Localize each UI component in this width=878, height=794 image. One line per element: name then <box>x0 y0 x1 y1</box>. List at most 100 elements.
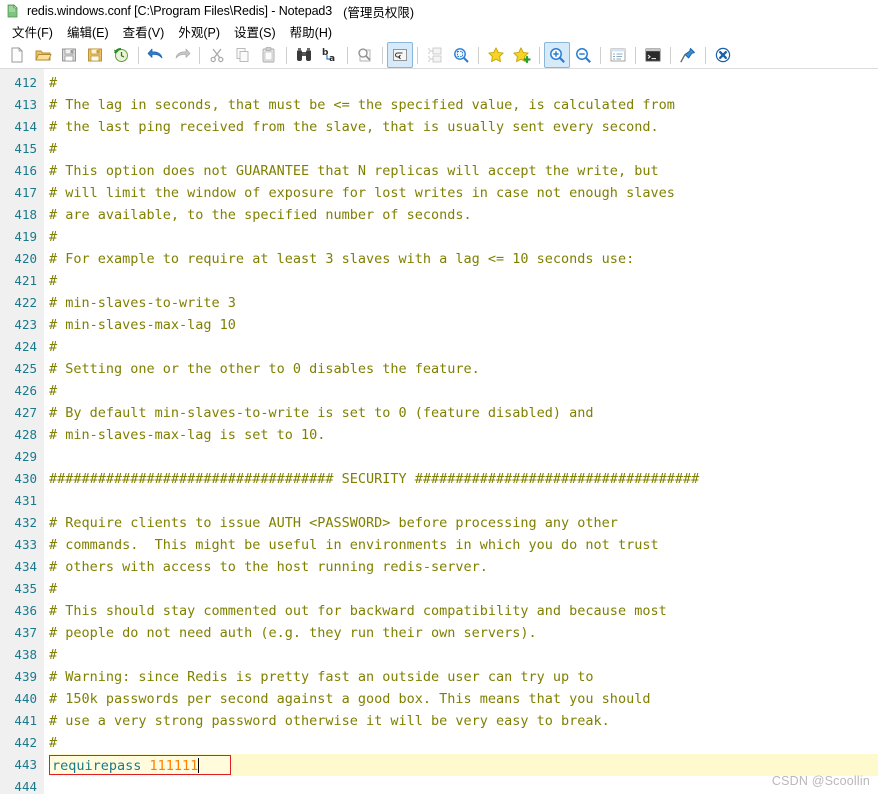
menu-file[interactable]: 文件(F) <box>6 21 61 43</box>
code-line[interactable] <box>49 776 878 794</box>
code-line[interactable]: # 150k passwords per second against a go… <box>49 688 878 710</box>
line-number: 419 <box>14 229 37 244</box>
open-folder-icon[interactable] <box>30 42 56 68</box>
menu-view[interactable]: 查看(V) <box>117 21 173 43</box>
line-number: 437 <box>14 625 37 640</box>
menu-settings[interactable]: 设置(S) <box>228 21 284 43</box>
notepad3-window: redis.windows.conf [C:\Program Files\Red… <box>0 0 878 794</box>
menu-edit[interactable]: 编辑(E) <box>61 21 117 43</box>
replace-ba-icon[interactable]: ba <box>317 42 343 68</box>
code-line-current[interactable]: requirepass 111111 <box>49 754 878 776</box>
save-icon[interactable] <box>56 42 82 68</box>
zoom-in-icon[interactable] <box>544 42 570 68</box>
line-number: 414 <box>14 119 37 134</box>
code-text-area[interactable]: # # The lag in seconds, that must be <= t… <box>44 69 878 794</box>
code-line[interactable]: # <box>49 644 878 666</box>
toolbar-separator <box>705 46 706 64</box>
line-number: 423 <box>14 317 37 332</box>
revert-clock-icon[interactable] <box>108 42 134 68</box>
code-line[interactable]: # For example to require at least 3 slav… <box>49 248 878 270</box>
code-line[interactable]: # commands. This might be useful in envi… <box>49 534 878 556</box>
new-file-icon[interactable] <box>4 42 30 68</box>
line-number: 418 <box>14 207 37 222</box>
code-line[interactable]: # <box>49 72 878 94</box>
code-line[interactable]: # <box>49 380 878 402</box>
editor-area[interactable]: 412 413 414 415 416 417 418 419 420 421 422 423 424 4… <box>0 69 878 794</box>
undo-arrow-icon[interactable] <box>143 42 169 68</box>
code-line[interactable]: # min-slaves-max-lag is set to 10. <box>49 424 878 446</box>
bookmark-add-star-icon[interactable] <box>509 42 535 68</box>
requirepass-value: 111111 <box>149 758 199 774</box>
line-number: 444 <box>14 779 37 794</box>
requirepass-edit-box[interactable]: requirepass 111111 <box>49 755 231 775</box>
find-binoculars-icon[interactable] <box>291 42 317 68</box>
code-line[interactable]: # <box>49 578 878 600</box>
line-number: 427 <box>14 405 37 420</box>
line-number: 424 <box>14 339 37 354</box>
zoom-out-icon[interactable] <box>570 42 596 68</box>
code-line[interactable]: # This should stay commented out for bac… <box>49 600 878 622</box>
copy-icon[interactable] <box>230 42 256 68</box>
code-line[interactable]: # Warning: since Redis is pretty fast an… <box>49 666 878 688</box>
paste-icon[interactable] <box>256 42 282 68</box>
scheme-list-icon[interactable] <box>605 42 631 68</box>
code-line[interactable]: # people do not need auth (e.g. they run… <box>49 622 878 644</box>
line-number: 439 <box>14 669 37 684</box>
code-line[interactable] <box>49 446 878 468</box>
cut-scissors-icon[interactable] <box>204 42 230 68</box>
toolbar-separator <box>478 46 479 64</box>
code-line[interactable]: # others with access to the host running… <box>49 556 878 578</box>
menu-help[interactable]: 帮助(H) <box>284 21 340 43</box>
line-number: 416 <box>14 163 37 178</box>
line-number: 415 <box>14 141 37 156</box>
save-as-icon[interactable] <box>82 42 108 68</box>
code-line[interactable]: # min-slaves-to-write 3 <box>49 292 878 314</box>
code-line[interactable]: # <box>49 732 878 754</box>
code-line[interactable]: # Require clients to issue AUTH <PASSWOR… <box>49 512 878 534</box>
word-wrap-icon[interactable] <box>387 42 413 68</box>
line-number: 413 <box>14 97 37 112</box>
toolbar-separator <box>670 46 671 64</box>
line-number: 426 <box>14 383 37 398</box>
requirepass-keyword: requirepass <box>52 758 150 774</box>
console-icon[interactable] <box>640 42 666 68</box>
code-line[interactable]: # use a very strong password otherwise i… <box>49 710 878 732</box>
exit-close-icon[interactable] <box>710 42 736 68</box>
redo-arrow-icon[interactable] <box>169 42 195 68</box>
code-line[interactable]: ################################### SECU… <box>49 468 878 490</box>
title-bar: redis.windows.conf [C:\Program Files\Red… <box>0 0 878 22</box>
toolbar-separator <box>286 46 287 64</box>
line-number: 435 <box>14 581 37 596</box>
admin-privilege-label: (管理员权限) <box>343 5 414 20</box>
line-number: 440 <box>14 691 37 706</box>
notepad3-app-icon <box>6 3 21 19</box>
toolbar-separator <box>138 46 139 64</box>
line-number: 443 <box>14 757 37 772</box>
line-number: 412 <box>14 75 37 90</box>
code-line[interactable]: # Setting one or the other to 0 disables… <box>49 358 878 380</box>
code-line[interactable]: # By default min-slaves-to-write is set … <box>49 402 878 424</box>
bookmark-star-icon[interactable] <box>483 42 509 68</box>
code-line[interactable]: # The lag in seconds, that must be <= th… <box>49 94 878 116</box>
code-line[interactable]: # This option does not GUARANTEE that N … <box>49 160 878 182</box>
line-number: 417 <box>14 185 37 200</box>
line-number: 429 <box>14 449 37 464</box>
code-line[interactable]: # are available, to the specified number… <box>49 204 878 226</box>
code-line[interactable]: # <box>49 226 878 248</box>
code-line[interactable]: # <box>49 336 878 358</box>
toolbar-separator <box>635 46 636 64</box>
indent-guides-icon[interactable] <box>422 42 448 68</box>
code-line[interactable] <box>49 490 878 512</box>
menu-bar: 文件(F) 编辑(E) 查看(V) 外观(P) 设置(S) 帮助(H) <box>0 22 878 42</box>
code-line[interactable]: # <box>49 138 878 160</box>
pin-always-on-top-icon[interactable] <box>675 42 701 68</box>
code-line[interactable]: # min-slaves-max-lag 10 <box>49 314 878 336</box>
code-line[interactable]: # the last ping received from the slave,… <box>49 116 878 138</box>
zoom-select-icon[interactable] <box>448 42 474 68</box>
zoom-page-icon[interactable] <box>352 42 378 68</box>
code-line[interactable]: # will limit the window of exposure for … <box>49 182 878 204</box>
menu-appearance[interactable]: 外观(P) <box>172 21 228 43</box>
toolbar-separator <box>600 46 601 64</box>
code-line[interactable]: # <box>49 270 878 292</box>
toolbar-separator <box>382 46 383 64</box>
